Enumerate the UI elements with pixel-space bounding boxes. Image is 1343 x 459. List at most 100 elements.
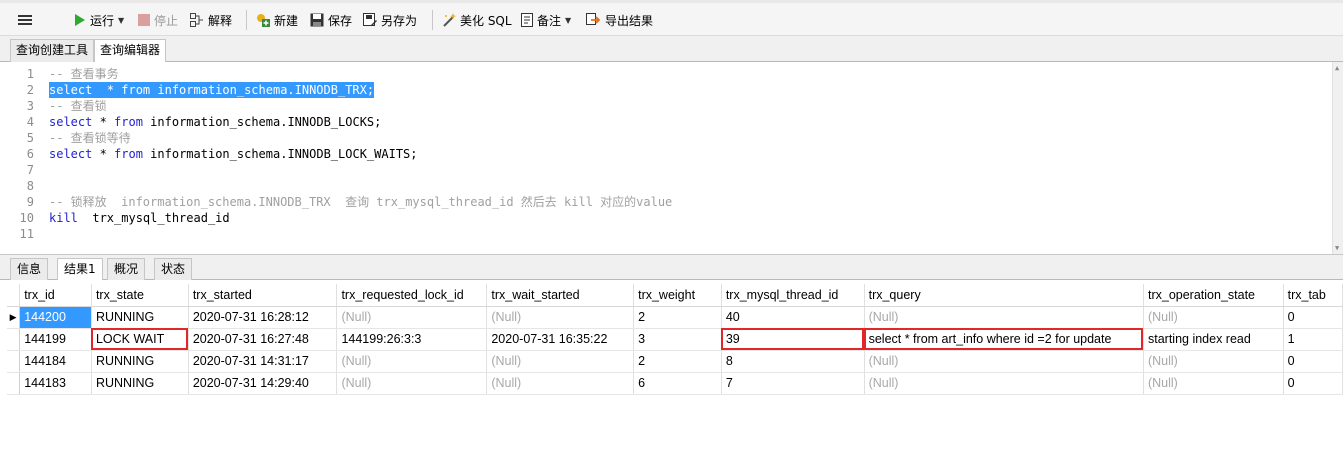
column-header-trx-weight[interactable]: trx_weight	[633, 284, 722, 307]
sql-editor[interactable]: 1 2 3 4 5 6 7 8 9 10 11 -- 查看事务 select *…	[0, 62, 1343, 254]
table-cell[interactable]: 0	[1283, 372, 1343, 395]
toolbar-separator	[432, 10, 433, 30]
table-cell[interactable]: 144199:26:3:3	[336, 328, 488, 351]
table-cell[interactable]: RUNNING	[91, 350, 189, 373]
beautify-sql-button[interactable]: 美化 SQL	[442, 10, 512, 30]
code-line-comment: -- 查看事务	[49, 67, 119, 81]
run-dropdown-icon[interactable]: ▼	[118, 16, 124, 25]
save-as-label: 另存为	[381, 13, 418, 28]
column-header-trx-query[interactable]: trx_query	[864, 284, 1144, 307]
play-icon	[75, 14, 85, 26]
tab-status[interactable]: 状态	[154, 258, 193, 280]
query-tabs: 查询创建工具 查询编辑器	[0, 36, 1343, 63]
export-icon	[586, 13, 601, 25]
line-number: 11	[19, 227, 34, 241]
table-cell[interactable]: 8	[721, 350, 865, 373]
table-cell-highlighted[interactable]: LOCK WAIT	[91, 328, 189, 351]
save-as-icon	[363, 13, 377, 26]
sql-text: *	[92, 115, 115, 129]
save-label: 保存	[328, 13, 353, 28]
line-number: 5	[26, 131, 34, 145]
tab-result-1[interactable]: 结果1	[57, 258, 103, 281]
table-cell[interactable]: (Null)	[864, 306, 1144, 329]
table-cell[interactable]: 0	[1283, 306, 1343, 329]
table-cell[interactable]: (Null)	[864, 372, 1144, 395]
result-table: trx_id trx_state trx_started trx_request…	[7, 284, 1343, 395]
new-label: 新建	[274, 13, 299, 28]
column-header-trx-tab[interactable]: trx_tab	[1283, 284, 1343, 307]
table-cell[interactable]: (Null)	[1143, 350, 1284, 373]
table-cell[interactable]: (Null)	[336, 306, 488, 329]
hamburger-menu-icon[interactable]	[18, 10, 36, 30]
table-cell[interactable]: (Null)	[1143, 306, 1284, 329]
table-cell[interactable]: (Null)	[336, 350, 488, 373]
table-cell[interactable]: 2020-07-31 16:28:12	[188, 306, 338, 329]
save-button[interactable]: 保存	[310, 10, 352, 30]
export-results-button[interactable]: 导出结果	[586, 10, 653, 30]
line-number-gutter: 1 2 3 4 5 6 7 8 9 10 11	[0, 62, 40, 254]
table-cell[interactable]: (Null)	[486, 350, 635, 373]
tab-query-builder[interactable]: 查询创建工具	[10, 39, 95, 62]
note-dropdown-icon[interactable]: ▼	[565, 16, 571, 25]
table-cell[interactable]: 144183	[19, 372, 92, 395]
line-number: 1	[26, 67, 34, 81]
column-header-trx-id[interactable]: trx_id	[19, 284, 92, 307]
table-cell[interactable]: (Null)	[486, 372, 635, 395]
column-header-trx-started[interactable]: trx_started	[188, 284, 338, 307]
table-cell[interactable]: 2	[633, 350, 722, 373]
result-grid: trx_id trx_state trx_started trx_request…	[0, 280, 1343, 459]
table-cell[interactable]: 1	[1283, 328, 1343, 351]
sql-keyword: kill	[49, 211, 78, 225]
table-cell[interactable]: (Null)	[1143, 372, 1284, 395]
table-cell[interactable]: (Null)	[864, 350, 1144, 373]
header-row: trx_id trx_state trx_started trx_request…	[7, 284, 1343, 307]
sql-keyword: select	[49, 115, 93, 129]
table-cell[interactable]: 144199	[19, 328, 92, 351]
sql-text: *	[92, 147, 115, 161]
result-tabs: 信息 结果1 概况 状态	[0, 254, 1343, 281]
table-cell[interactable]: 144200	[19, 306, 92, 329]
table-cell[interactable]: 2	[633, 306, 722, 329]
table-cell[interactable]: 6	[633, 372, 722, 395]
table-row[interactable]: ▶ 144200 RUNNING 2020-07-31 16:28:12 (Nu…	[7, 306, 1343, 329]
column-header-trx-mysql-thread-id[interactable]: trx_mysql_thread_id	[721, 284, 865, 307]
tab-query-editor[interactable]: 查询编辑器	[94, 39, 167, 63]
column-header-trx-wait-started[interactable]: trx_wait_started	[486, 284, 635, 307]
line-number: 10	[19, 211, 34, 225]
explain-button[interactable]: 解释	[190, 10, 232, 30]
scroll-down-icon[interactable]: ▼	[1335, 244, 1339, 252]
table-cell[interactable]: 40	[721, 306, 865, 329]
tab-profile[interactable]: 概况	[107, 258, 146, 280]
column-header-trx-requested-lock-id[interactable]: trx_requested_lock_id	[336, 284, 488, 307]
table-cell[interactable]: 2020-07-31 14:29:40	[188, 372, 338, 395]
tab-info[interactable]: 信息	[10, 258, 49, 280]
code-line: select * from information_schema.INNODB_…	[49, 146, 418, 162]
table-cell[interactable]: 0	[1283, 350, 1343, 373]
table-cell[interactable]: 3	[633, 328, 722, 351]
save-as-button[interactable]: 另存为	[363, 10, 417, 30]
table-cell[interactable]: (Null)	[486, 306, 635, 329]
scroll-up-icon[interactable]: ▲	[1335, 64, 1339, 72]
note-button[interactable]: 备注 ▼	[521, 10, 571, 30]
column-header-trx-state[interactable]: trx_state	[91, 284, 189, 307]
table-cell-highlighted[interactable]: select * from art_info where id =2 for u…	[864, 328, 1144, 351]
table-cell[interactable]: 2020-07-31 16:35:22	[486, 328, 635, 351]
table-row[interactable]: 144183 RUNNING 2020-07-31 14:29:40 (Null…	[7, 372, 1343, 395]
column-header-trx-operation-state[interactable]: trx_operation_state	[1143, 284, 1284, 307]
table-cell[interactable]: 7	[721, 372, 865, 395]
new-button[interactable]: 新建	[256, 10, 298, 30]
table-row[interactable]: 144199 LOCK WAIT 2020-07-31 16:27:48 144…	[7, 328, 1343, 351]
table-cell[interactable]: RUNNING	[91, 372, 189, 395]
run-button[interactable]: 运行 ▼	[74, 10, 124, 30]
table-cell[interactable]: starting index read	[1143, 328, 1284, 351]
table-cell[interactable]: 2020-07-31 14:31:17	[188, 350, 338, 373]
table-cell[interactable]: 2020-07-31 16:27:48	[188, 328, 338, 351]
table-cell[interactable]: (Null)	[336, 372, 488, 395]
stop-button[interactable]: 停止	[138, 10, 178, 30]
export-label: 导出结果	[605, 13, 654, 28]
table-row[interactable]: 144184 RUNNING 2020-07-31 14:31:17 (Null…	[7, 350, 1343, 373]
editor-vertical-scrollbar[interactable]: ▲ ▼	[1332, 62, 1343, 254]
table-cell[interactable]: RUNNING	[91, 306, 189, 329]
table-cell[interactable]: 144184	[19, 350, 92, 373]
table-cell-highlighted[interactable]: 39	[721, 328, 865, 351]
